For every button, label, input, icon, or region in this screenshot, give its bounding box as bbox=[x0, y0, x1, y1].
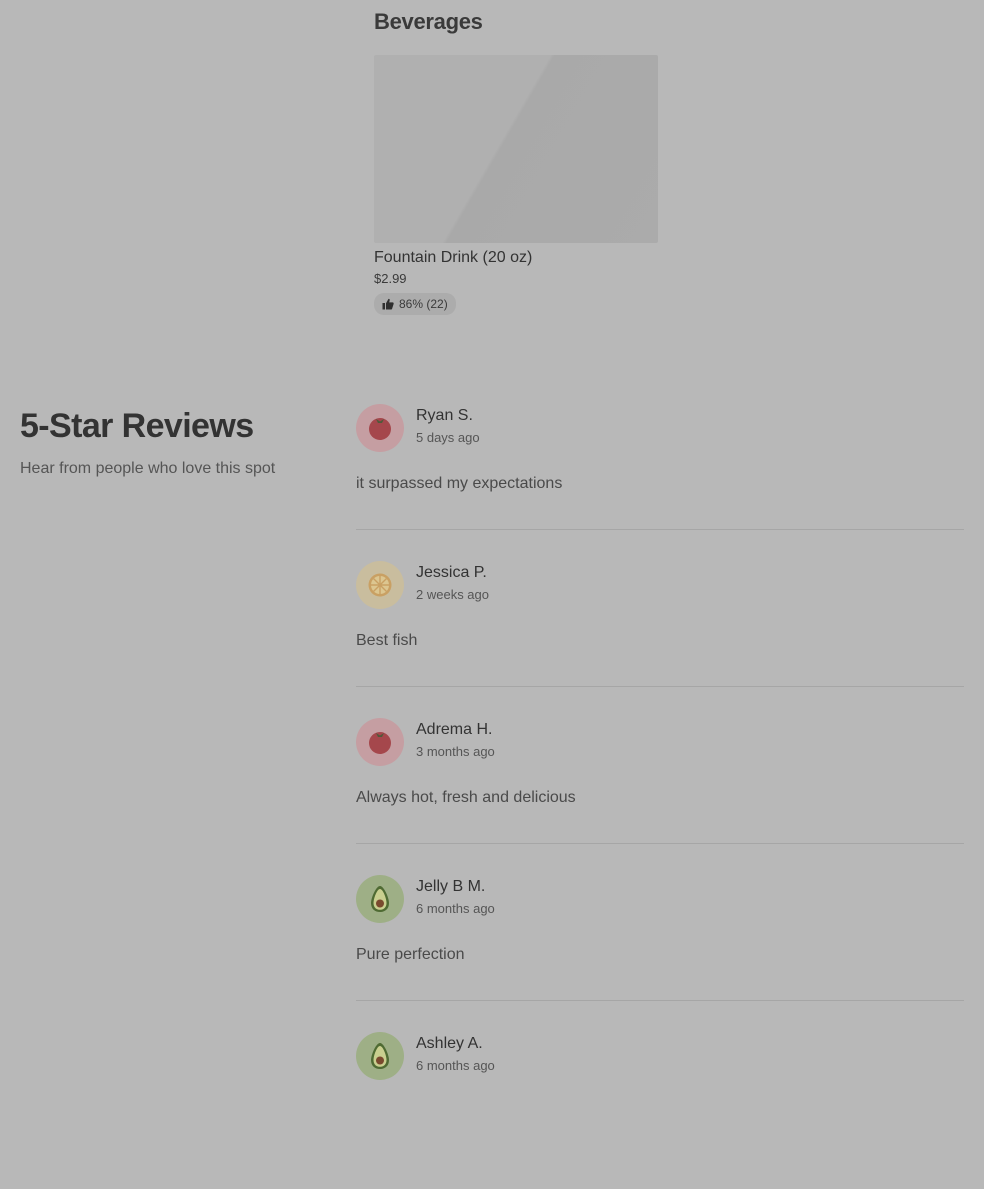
rating-badge: 86% (22) bbox=[374, 293, 456, 315]
review-header: Adrema H. 3 months ago bbox=[356, 718, 964, 766]
avatar bbox=[356, 1032, 404, 1080]
review-text: Always hot, fresh and delicious bbox=[356, 789, 576, 806]
beverages-heading: Beverages bbox=[374, 9, 483, 34]
review-divider bbox=[356, 529, 964, 530]
reviewer-name: Jelly B M. bbox=[416, 878, 486, 895]
reviews-title: 5-Star Reviews bbox=[20, 407, 254, 445]
rating-text: 86% (22) bbox=[399, 297, 448, 311]
tomato-icon bbox=[367, 415, 393, 441]
reviewer-meta: Adrema H. 3 months ago bbox=[416, 720, 495, 760]
review-date: 5 days ago bbox=[416, 430, 480, 445]
review-text: Best fish bbox=[356, 632, 418, 649]
avatar bbox=[356, 718, 404, 766]
tomato-icon bbox=[367, 729, 393, 755]
reviewer-meta: Ryan S. 5 days ago bbox=[416, 406, 480, 446]
review-item: Jelly B M. 6 months ago Pure perfection bbox=[356, 875, 964, 1032]
avatar bbox=[356, 875, 404, 923]
reviews-subtitle: Hear from people who love this spot bbox=[20, 460, 276, 477]
review-item: Jessica P. 2 weeks ago Best fish bbox=[356, 561, 964, 718]
review-header: Jelly B M. 6 months ago bbox=[356, 875, 964, 923]
reviewer-name: Ashley A. bbox=[416, 1035, 483, 1052]
avocado-icon bbox=[367, 1041, 393, 1071]
review-divider bbox=[356, 843, 964, 844]
review-date: 6 months ago bbox=[416, 901, 495, 916]
beverages-section: Beverages Fountain Drink (20 oz) $2.99 8… bbox=[374, 0, 674, 315]
avatar bbox=[356, 561, 404, 609]
reviewer-name: Ryan S. bbox=[416, 407, 473, 424]
review-header: Jessica P. 2 weeks ago bbox=[356, 561, 964, 609]
review-header: Ashley A. 6 months ago bbox=[356, 1032, 964, 1080]
product-card[interactable]: Fountain Drink (20 oz) $2.99 86% (22) bbox=[374, 55, 658, 315]
review-item: Adrema H. 3 months ago Always hot, fresh… bbox=[356, 718, 964, 875]
product-image[interactable] bbox=[374, 55, 658, 243]
review-header: Ryan S. 5 days ago bbox=[356, 404, 964, 452]
reviewer-name: Adrema H. bbox=[416, 721, 493, 738]
avocado-icon bbox=[367, 884, 393, 914]
product-name: Fountain Drink (20 oz) bbox=[374, 249, 533, 266]
reviewer-meta: Jessica P. 2 weeks ago bbox=[416, 563, 489, 603]
reviewer-name: Jessica P. bbox=[416, 564, 487, 581]
thumbs-up-icon bbox=[382, 298, 394, 310]
product-price: $2.99 bbox=[374, 271, 407, 286]
review-text: Pure perfection bbox=[356, 946, 465, 963]
reviews-list: Ryan S. 5 days ago it surpassed my expec… bbox=[356, 404, 964, 1189]
lemon-icon bbox=[367, 572, 393, 598]
reviews-intro: 5-Star Reviews Hear from people who love… bbox=[20, 404, 330, 478]
reviewer-meta: Ashley A. 6 months ago bbox=[416, 1034, 495, 1074]
review-text: it surpassed my expectations bbox=[356, 475, 563, 492]
review-divider bbox=[356, 1000, 964, 1001]
review-item: Ashley A. 6 months ago bbox=[356, 1032, 964, 1189]
review-date: 6 months ago bbox=[416, 1058, 495, 1073]
review-date: 2 weeks ago bbox=[416, 587, 489, 602]
review-divider bbox=[356, 686, 964, 687]
avatar bbox=[356, 404, 404, 452]
reviewer-meta: Jelly B M. 6 months ago bbox=[416, 877, 495, 917]
review-date: 3 months ago bbox=[416, 744, 495, 759]
review-item: Ryan S. 5 days ago it surpassed my expec… bbox=[356, 404, 964, 561]
